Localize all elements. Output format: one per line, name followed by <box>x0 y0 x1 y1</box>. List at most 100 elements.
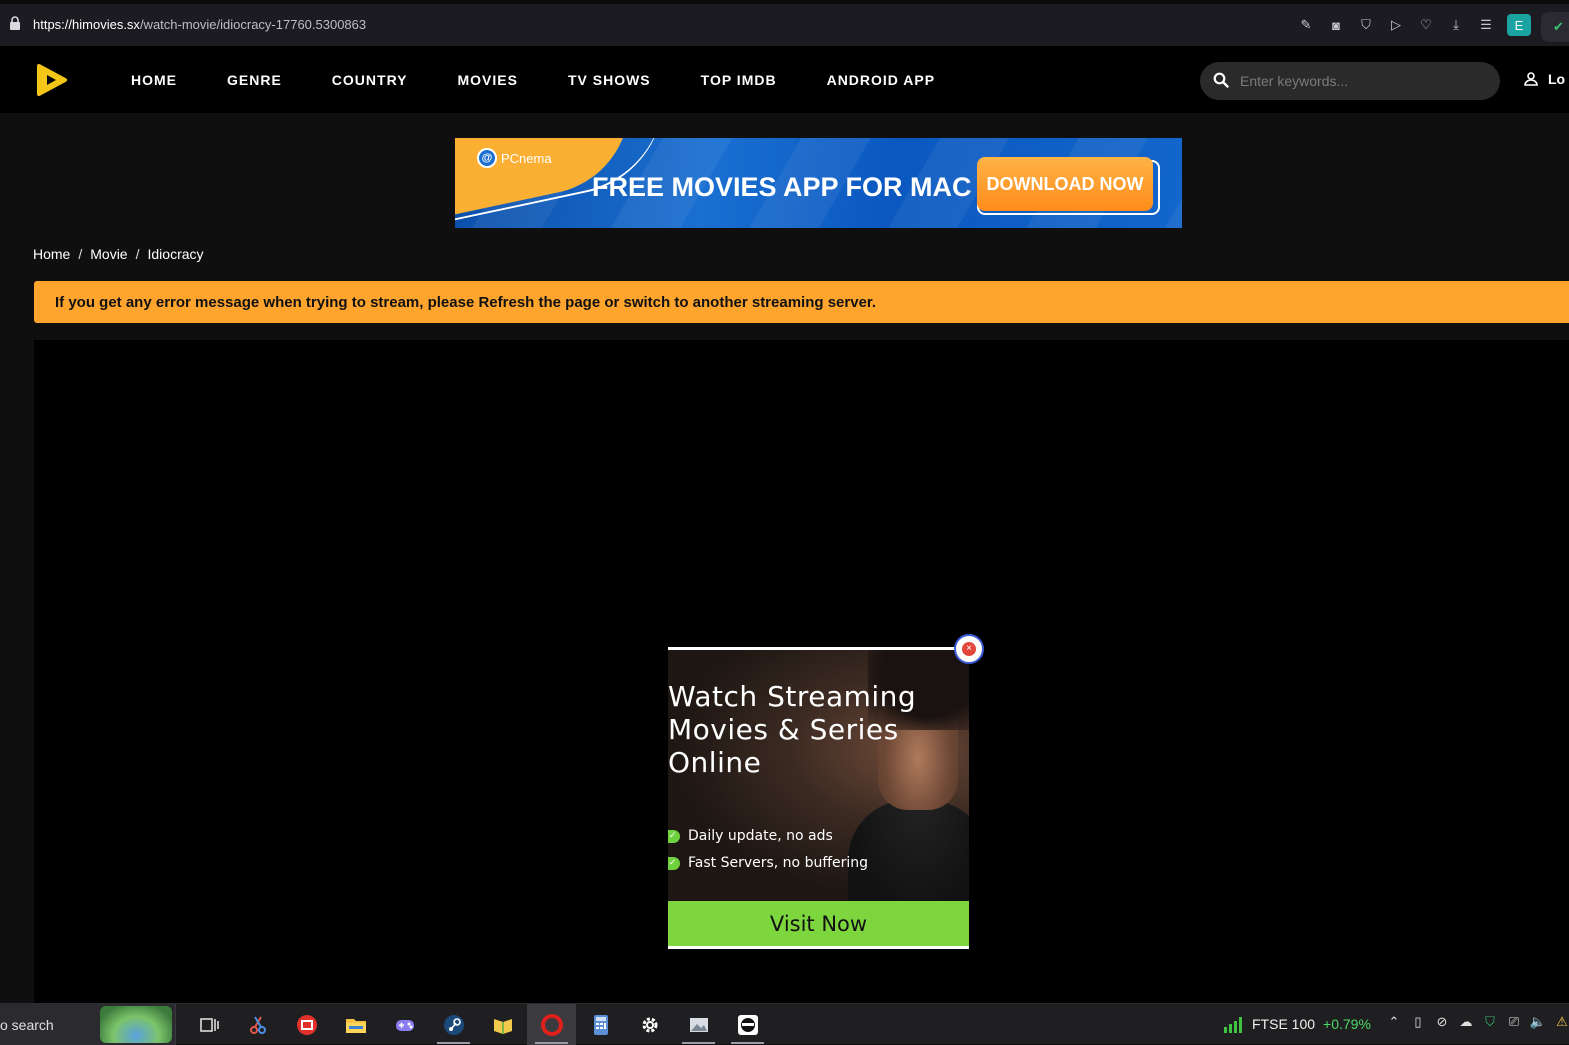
banner-headline: FREE MOVIES APP FOR MAC <box>592 172 972 202</box>
breadcrumb-separator: / <box>78 246 83 262</box>
url-path: /watch-movie/idiocracy-17760.5300863 <box>139 17 367 32</box>
popup-feature: ✓ Daily update, no ads <box>668 828 833 844</box>
site-logo-icon[interactable] <box>36 63 68 97</box>
gear-icon <box>642 1017 657 1032</box>
gamepad-icon <box>395 1019 414 1031</box>
play-icon[interactable]: ▷ <box>1387 16 1405 34</box>
nav-tv-shows[interactable]: TV SHOWS <box>568 72 651 88</box>
os-taskbar: o search FTSE 100 +0.79% ⌃ ▯ ⊘ ☁ ⛉ ⎚ 🔈 ⚠ <box>0 1003 1569 1045</box>
check-icon: ✓ <box>668 856 680 870</box>
breadcrumb: Home / Movie / Idiocracy <box>33 246 204 262</box>
notice-text: If you get any error message when trying… <box>55 293 877 311</box>
address-field[interactable]: https://himovies.sx/watch-movie/idiocrac… <box>33 17 366 32</box>
task-view-icon <box>199 1017 219 1032</box>
taskbar-app-notes[interactable] <box>478 1004 527 1045</box>
taskbar-app-screenshot[interactable] <box>674 1004 723 1045</box>
ad-banner[interactable]: @ PCnema FREE MOVIES APP FOR MAC DOWNLOA… <box>455 138 1182 228</box>
taskbar-app-explorer[interactable] <box>331 1004 380 1045</box>
nav-top-imdb[interactable]: TOP IMDB <box>701 72 777 88</box>
search-icon[interactable] <box>1213 72 1229 88</box>
ninja-icon <box>737 1014 758 1035</box>
camera-icon[interactable]: ◙ <box>1327 16 1345 34</box>
folder-icon <box>345 1018 366 1033</box>
search-highlight-image <box>100 1006 172 1043</box>
opera-icon <box>540 1013 563 1036</box>
search-input[interactable] <box>1240 62 1490 100</box>
popup-feature-text: Daily update, no ads <box>688 828 833 844</box>
nav-country[interactable]: COUNTRY <box>332 72 408 88</box>
taskbar-app-settings[interactable] <box>625 1004 674 1045</box>
sync-icon[interactable]: ⊘ <box>1434 1014 1450 1030</box>
main-nav: HOME GENRE COUNTRY MOVIES TV SHOWS TOP I… <box>131 46 985 113</box>
taskbar-app-ninja[interactable] <box>723 1004 772 1045</box>
taskbar-app-calculator[interactable] <box>576 1004 625 1045</box>
ticker-name: FTSE 100 <box>1252 1016 1316 1032</box>
edit-icon[interactable]: ✎ <box>1297 16 1315 34</box>
popup-title-line: Movies & Series <box>668 713 899 746</box>
nav-movies[interactable]: MOVIES <box>458 72 518 88</box>
ticker-change: +0.79% <box>1323 1016 1371 1032</box>
popup-ad-title: Watch Streaming Movies & Series Online <box>668 680 928 779</box>
breadcrumb-current: Idiocracy <box>147 246 204 262</box>
visit-now-button[interactable]: Visit Now <box>668 901 969 949</box>
shield-icon[interactable]: ⛉ <box>1357 16 1375 34</box>
lock-icon <box>10 16 20 30</box>
taskbar-search-text: o search <box>0 1017 54 1033</box>
banner-brand-name: PCnema <box>501 150 552 166</box>
banner-brand: @ PCnema <box>477 148 552 168</box>
steam-icon <box>443 1014 464 1035</box>
popup-feature: ✓ Fast Servers, no buffering <box>668 855 868 871</box>
extension-e-button[interactable]: E <box>1507 14 1531 36</box>
url-host: https://himovies.sx <box>33 17 140 32</box>
popup-title-line: Watch Streaming <box>668 680 917 713</box>
tablet-icon[interactable]: ▯ <box>1410 1014 1426 1030</box>
popup-ad[interactable]: Watch Streaming Movies & Series Online ✓… <box>668 647 969 949</box>
breadcrumb-home[interactable]: Home <box>33 246 70 262</box>
login-button[interactable]: Lo <box>1524 71 1565 87</box>
security-alert-icon[interactable]: ⚠ <box>1554 1014 1569 1030</box>
chart-up-icon <box>1224 1017 1242 1033</box>
login-label: Lo <box>1548 71 1566 87</box>
heart-icon[interactable]: ♡ <box>1417 16 1435 34</box>
notebook-icon <box>493 1018 512 1034</box>
site-header: HOME GENRE COUNTRY MOVIES TV SHOWS TOP I… <box>0 46 1569 113</box>
download-now-button[interactable]: DOWNLOAD NOW <box>977 157 1153 211</box>
network-icon[interactable]: ⎚ <box>1506 1014 1522 1030</box>
taskbar-app-gamepad[interactable] <box>380 1004 429 1045</box>
cloud-icon[interactable]: ☁ <box>1458 1014 1474 1030</box>
image-viewer-icon <box>689 1017 708 1032</box>
stock-ticker-widget[interactable]: FTSE 100 +0.79% <box>1222 1014 1371 1034</box>
app-badge-icon <box>296 1014 317 1035</box>
nav-android-app[interactable]: ANDROID APP <box>827 72 936 88</box>
stream-error-notice: If you get any error message when trying… <box>34 281 1569 323</box>
nav-home[interactable]: HOME <box>131 72 177 88</box>
defender-icon[interactable]: ⛉ <box>1482 1014 1498 1030</box>
breadcrumb-movie[interactable]: Movie <box>90 246 127 262</box>
calculator-icon <box>593 1014 608 1035</box>
taskbar-app-red[interactable] <box>282 1004 331 1045</box>
chevron-up-icon[interactable]: ⌃ <box>1386 1014 1402 1030</box>
popup-close-button[interactable]: × <box>954 634 984 664</box>
browser-toolbar: ✎ ◙ ⛉ ▷ ♡ ⤓ ☰ E <box>1297 12 1531 38</box>
pcnema-logo-icon: @ <box>477 148 497 168</box>
taskbar-app-steam[interactable] <box>429 1004 478 1045</box>
system-tray: ⌃ ▯ ⊘ ☁ ⛉ ⎚ 🔈 ⚠ <box>1386 1014 1569 1030</box>
task-view-button[interactable] <box>184 1004 233 1045</box>
taskbar-search[interactable]: o search <box>0 1004 176 1045</box>
download-icon[interactable]: ⤓ <box>1447 16 1465 34</box>
taskbar-app-opera[interactable] <box>527 1004 576 1045</box>
search-box <box>1200 62 1500 100</box>
vpn-shield-icon[interactable]: ✔ <box>1541 12 1569 42</box>
popup-title-line: Online <box>668 746 762 779</box>
user-icon <box>1524 72 1538 86</box>
taskbar-apps <box>184 1004 772 1045</box>
breadcrumb-separator: / <box>135 246 140 262</box>
scissors-icon <box>249 1015 266 1034</box>
close-icon: × <box>962 642 976 656</box>
nav-genre[interactable]: GENRE <box>227 72 282 88</box>
volume-icon[interactable]: 🔈 <box>1530 1014 1546 1030</box>
taskbar-app-snipping[interactable] <box>233 1004 282 1045</box>
menu-icon[interactable]: ☰ <box>1477 16 1495 34</box>
popup-feature-text: Fast Servers, no buffering <box>688 855 868 871</box>
browser-url-bar: https://himovies.sx/watch-movie/idiocrac… <box>0 0 1569 46</box>
